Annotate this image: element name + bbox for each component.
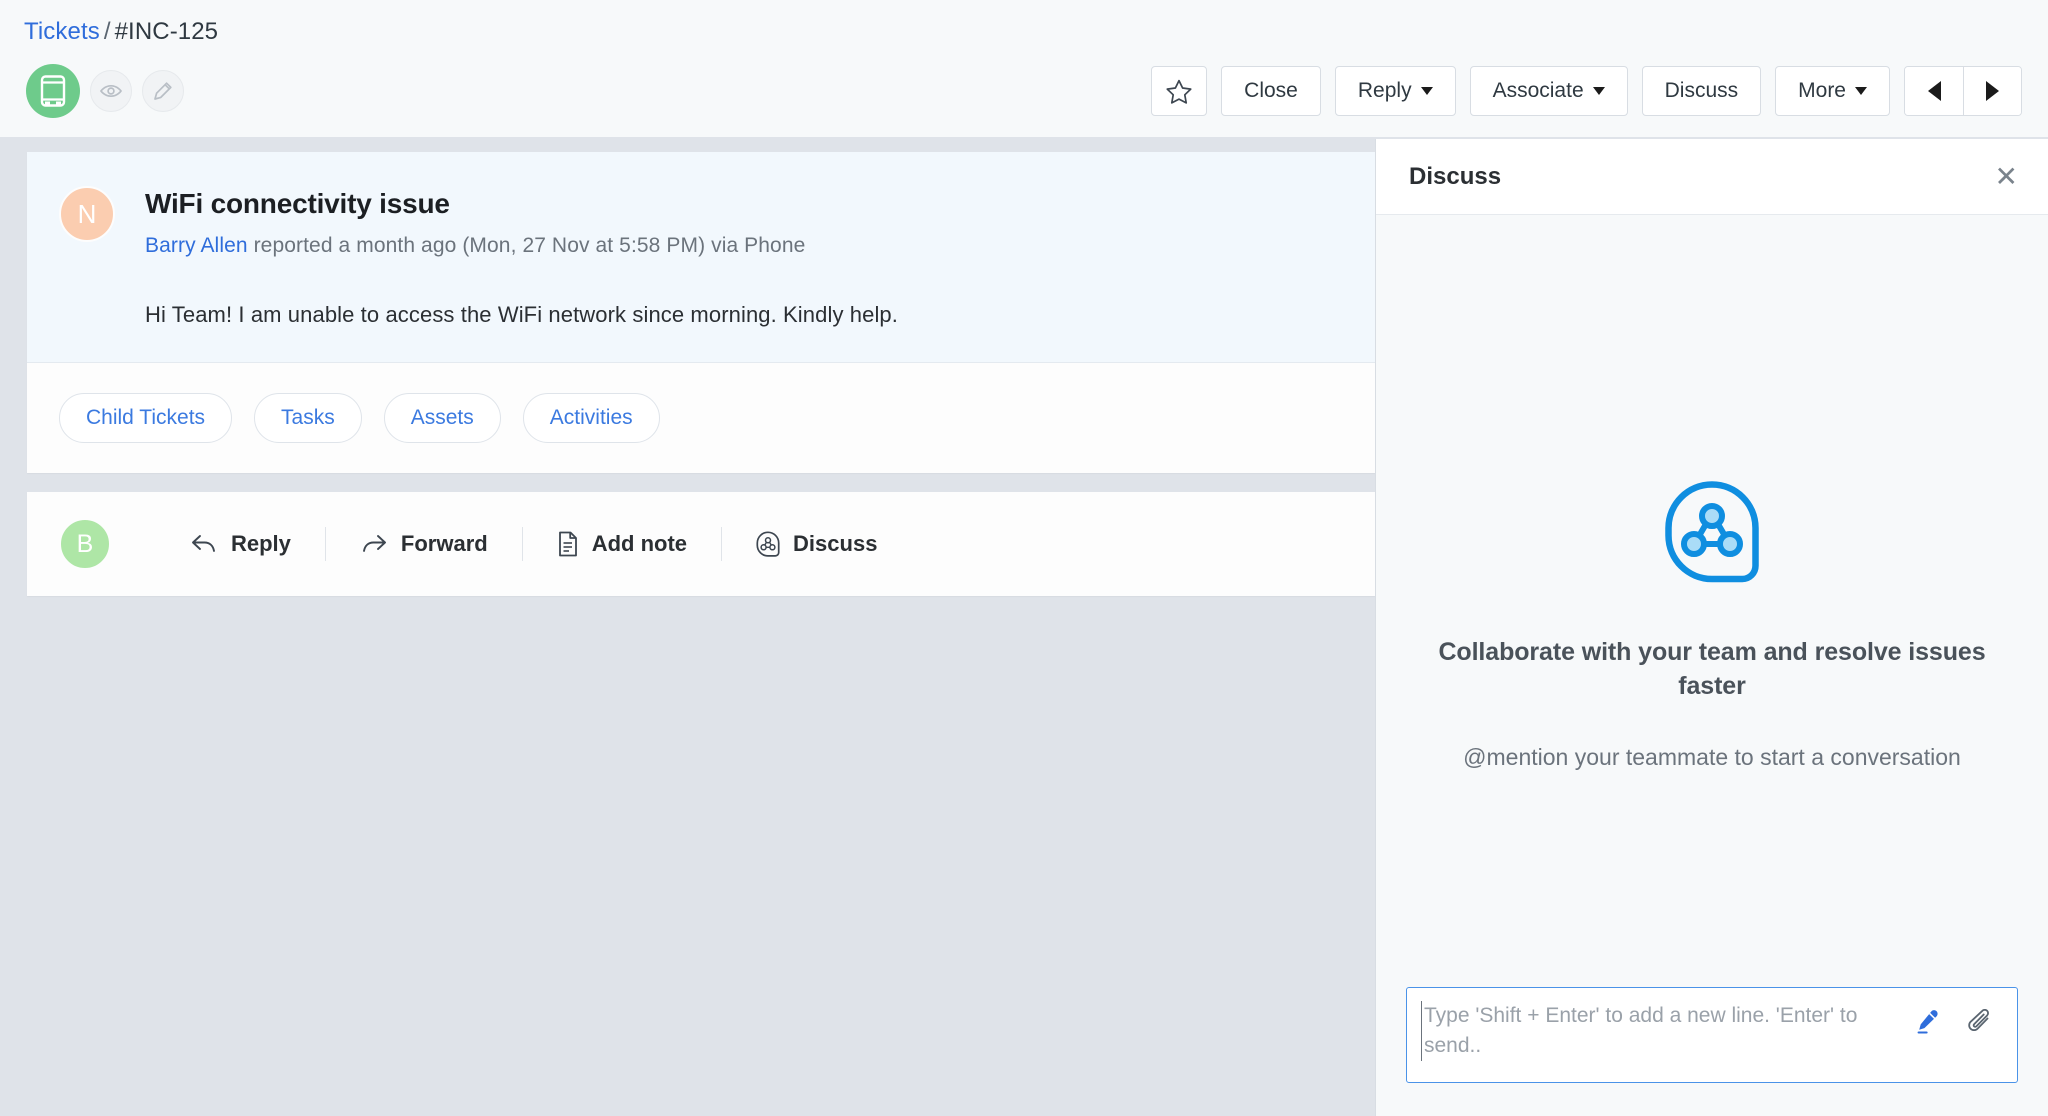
breadcrumb-current-ticket: #INC-125 bbox=[114, 18, 219, 45]
page-title: WiFi connectivity issue bbox=[145, 188, 450, 219]
pill-child-tickets[interactable]: Child Tickets bbox=[59, 393, 233, 443]
ticket-main-content: N WiFi connectivity issue Barry Allen re… bbox=[0, 139, 1375, 1116]
reply-dropdown-button[interactable]: Reply bbox=[1334, 66, 1456, 116]
close-icon[interactable]: ✕ bbox=[1995, 162, 2018, 191]
ticket-related-tabs: Child Tickets Tasks Assets Activities bbox=[27, 363, 1375, 473]
discuss-empty-title: Collaborate with your team and resolve i… bbox=[1438, 638, 1986, 700]
mobile-phone-icon bbox=[26, 64, 80, 118]
discuss-empty-subtitle: @mention your teammate to start a conver… bbox=[1463, 743, 1961, 770]
discuss-panel-title: Discuss bbox=[1409, 162, 1502, 190]
edit-ticket-button[interactable] bbox=[142, 70, 184, 112]
next-ticket-button[interactable] bbox=[1963, 67, 2021, 115]
breadcrumb-tickets-link[interactable]: Tickets bbox=[24, 18, 100, 45]
ticket-action-bar-card: B Reply Forward Add note Discuss bbox=[27, 492, 1375, 596]
ticket-meta: Barry Allen reported a month ago (Mon, 2… bbox=[145, 234, 805, 258]
forward-action-label: Forward bbox=[400, 531, 488, 556]
pen-icon[interactable] bbox=[1915, 1009, 1941, 1039]
close-ticket-label: Close bbox=[1244, 79, 1298, 102]
chevron-down-icon bbox=[1420, 87, 1433, 95]
reply-action-label: Reply bbox=[231, 531, 291, 556]
collaborate-bubble-icon bbox=[1420, 480, 2004, 584]
top-header-bar: Tickets / #INC-125 Close Reply Associate… bbox=[0, 0, 2048, 138]
more-dropdown-button[interactable]: More bbox=[1775, 66, 1890, 116]
favorite-star-button[interactable] bbox=[1151, 66, 1208, 116]
discuss-empty-state: Collaborate with your team and resolve i… bbox=[1376, 480, 2048, 773]
ticket-actions-toolbar: Close Reply Associate Discuss More bbox=[1151, 66, 2022, 116]
chevron-down-icon bbox=[1592, 87, 1605, 95]
composer-tools bbox=[1899, 1001, 2003, 1039]
avatar: N bbox=[59, 186, 115, 242]
breadcrumb: Tickets / #INC-125 bbox=[24, 18, 218, 46]
discuss-panel-body: Collaborate with your team and resolve i… bbox=[1376, 215, 2048, 987]
reply-action[interactable]: Reply bbox=[156, 531, 325, 557]
add-note-action-label: Add note bbox=[591, 531, 688, 556]
pencil-icon bbox=[154, 82, 172, 100]
ticket-detail-page: Tickets / #INC-125 Close Reply Associate… bbox=[0, 0, 2048, 1116]
breadcrumb-separator: / bbox=[103, 18, 111, 45]
more-dropdown-label: More bbox=[1798, 79, 1846, 102]
previous-ticket-button[interactable] bbox=[1905, 67, 1963, 115]
collaborate-icon bbox=[756, 531, 780, 557]
ticket-meta-detail: reported a month ago (Mon, 27 Nov at 5:5… bbox=[247, 234, 806, 257]
associate-dropdown-button[interactable]: Associate bbox=[1469, 66, 1628, 116]
discuss-message-input[interactable]: Type 'Shift + Enter' to add a new line. … bbox=[1421, 1001, 1899, 1061]
ticket-navigation-group bbox=[1904, 66, 2022, 116]
reply-dropdown-label: Reply bbox=[1357, 79, 1412, 102]
ticket-description-header: N WiFi connectivity issue Barry Allen re… bbox=[27, 186, 1375, 258]
triangle-right-icon bbox=[1986, 81, 1999, 101]
discuss-composer-wrapper: Type 'Shift + Enter' to add a new line. … bbox=[1376, 987, 2048, 1116]
agent-avatar: B bbox=[59, 518, 111, 570]
triangle-left-icon bbox=[1927, 81, 1941, 101]
conversation-actions: Reply Forward Add note Discuss bbox=[156, 527, 911, 561]
discuss-panel-header: Discuss ✕ bbox=[1376, 139, 2048, 215]
paperclip-icon[interactable] bbox=[1967, 1009, 1995, 1039]
ticket-reporter-link[interactable]: Barry Allen bbox=[145, 234, 248, 257]
pill-tasks[interactable]: Tasks bbox=[254, 393, 362, 443]
forward-action[interactable]: Forward bbox=[326, 531, 522, 557]
channel-indicator-row bbox=[26, 64, 184, 118]
chevron-down-icon bbox=[1855, 87, 1867, 95]
discuss-panel: Discuss ✕ Collaborate with your team and… bbox=[1375, 139, 2048, 1116]
watch-ticket-button[interactable] bbox=[90, 70, 132, 112]
ticket-heading-group: WiFi connectivity issue Barry Allen repo… bbox=[145, 186, 805, 258]
reply-arrow-icon bbox=[192, 535, 215, 552]
add-note-action[interactable]: Add note bbox=[523, 531, 721, 557]
eye-icon bbox=[100, 84, 122, 98]
ticket-description-card: N WiFi connectivity issue Barry Allen re… bbox=[27, 152, 1375, 473]
star-outline-icon bbox=[1166, 79, 1192, 104]
pill-activities[interactable]: Activities bbox=[522, 393, 660, 443]
ticket-body-text: Hi Team! I am unable to access the WiFi … bbox=[145, 302, 898, 327]
forward-arrow-icon bbox=[362, 535, 386, 552]
discuss-button-label: Discuss bbox=[1664, 79, 1739, 102]
ticket-description-block: N WiFi connectivity issue Barry Allen re… bbox=[27, 152, 1375, 363]
discuss-composer[interactable]: Type 'Shift + Enter' to add a new line. … bbox=[1406, 987, 2018, 1083]
discuss-action-label: Discuss bbox=[793, 531, 878, 556]
associate-dropdown-label: Associate bbox=[1492, 79, 1584, 102]
note-document-icon bbox=[558, 531, 577, 557]
discuss-button[interactable]: Discuss bbox=[1641, 66, 1762, 116]
close-ticket-button[interactable]: Close bbox=[1221, 66, 1321, 116]
pill-assets[interactable]: Assets bbox=[383, 393, 501, 443]
discuss-action[interactable]: Discuss bbox=[722, 531, 911, 557]
